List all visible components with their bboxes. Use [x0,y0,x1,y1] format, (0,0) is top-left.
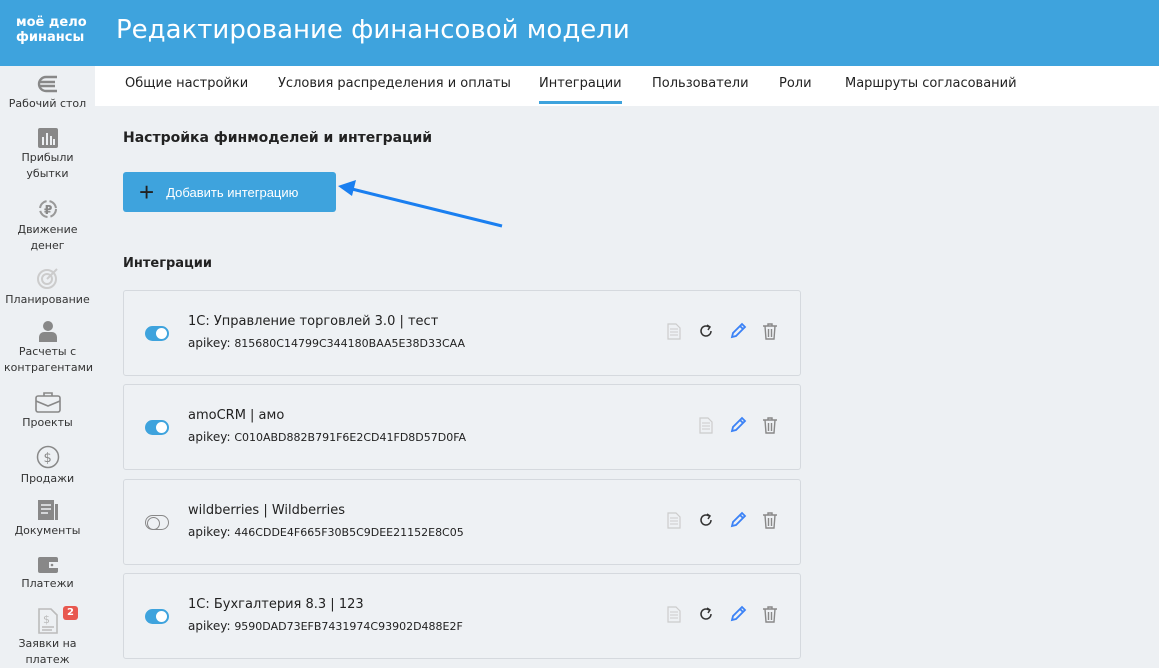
svg-text:$: $ [43,451,51,466]
sidebar-item-label: Продажи [20,472,75,485]
refresh-icon[interactable] [696,321,716,341]
apikey: apikey: 446CDDE4F665F30B5C9DEE21152E8C05 [188,525,464,539]
sidebar-item-bar-chart[interactable]: Прибыли убытки [0,128,95,182]
sidebar-item-label: Движение денег [17,223,78,252]
euro-icon [0,74,95,94]
enable-toggle[interactable] [145,420,169,435]
notification-badge: 2 [63,606,78,620]
svg-text:$: $ [43,613,50,626]
sidebar: Рабочий стол Прибыли убытки ₽ Движение дене… [0,66,95,666]
app-header: моё дело финансы Редактирование финансово… [0,0,1159,66]
edit-icon[interactable] [728,510,748,530]
tab-3[interactable]: Пользователи [652,76,749,101]
documents-icon [0,499,95,521]
tab-5[interactable]: Маршруты согласований [845,76,1017,101]
enable-toggle[interactable] [145,609,169,624]
sidebar-item-target[interactable]: Планирование [0,266,95,308]
enable-toggle[interactable] [145,515,169,530]
refresh-icon[interactable] [696,510,716,530]
sidebar-item-label: Прибыли убытки [21,151,74,180]
person-icon [0,320,95,342]
integrations-heading: Интеграции [123,256,212,271]
tab-0[interactable]: Общие настройки [125,76,248,101]
apikey: apikey: 815680C14799C344180BAA5E38D33CAA [188,336,466,350]
sidebar-item-euro[interactable]: Рабочий стол [0,74,95,112]
sidebar-item-briefcase[interactable]: Проекты [0,391,95,431]
tab-4[interactable]: Роли [779,76,812,101]
plus-icon: + [139,177,155,207]
apikey: apikey: C010ABD882B791F6E2CD41FD8D57D0FA [188,430,467,444]
sidebar-item-label: Расчеты с контрагентами [4,345,94,374]
sidebar-item-label: Планирование [5,293,90,306]
integration-name: 1С: Управление торговлей 3.0 | тест [188,314,439,329]
tab-bar: Общие настройки Условия распределения и о… [95,66,1159,106]
sidebar-item-label: Рабочий стол [8,97,87,110]
edit-icon[interactable] [728,321,748,341]
target-icon [0,266,95,290]
delete-icon[interactable] [760,415,780,435]
document-icon[interactable] [696,415,716,435]
sidebar-item-documents[interactable]: Документы [0,499,95,539]
document-icon[interactable] [664,321,684,341]
sidebar-item-wallet[interactable]: Платежи [0,554,95,592]
ruble-cycle-icon: ₽ [0,198,95,220]
logo[interactable]: моё дело финансы [16,15,87,45]
dollar-icon: $ [0,445,95,469]
sidebar-item-label: Проекты [22,416,73,429]
refresh-icon[interactable] [696,604,716,624]
integration-name: wildberries | Wildberries [188,503,345,518]
tab-1[interactable]: Условия распределения и оплаты [278,76,511,101]
add-integration-button[interactable]: + Добавить интеграцию [123,172,336,212]
apikey: apikey: 9590DAD73EFB7431974C93902D488E2F [188,619,463,633]
svg-text:₽: ₽ [44,203,52,217]
wallet-icon [0,554,95,574]
delete-icon[interactable] [760,604,780,624]
sidebar-item-dollar[interactable]: $ Продажи [0,445,95,487]
page-title: Редактирование финансовой модели [116,15,630,45]
integration-name: 1С: Бухгалтерия 8.3 | 123 [188,597,364,612]
integration-card: amoCRM | амо apikey: C010ABD882B791F6E2C… [123,384,801,470]
sidebar-item-label: Платежи [21,577,74,590]
edit-icon[interactable] [728,415,748,435]
integration-card: 1С: Бухгалтерия 8.3 | 123 apikey: 9590DA… [123,573,801,659]
integration-name: amoCRM | амо [188,408,285,423]
integration-card: wildberries | Wildberries apikey: 446CDD… [123,479,801,565]
delete-icon[interactable] [760,510,780,530]
sidebar-item-person[interactable]: Расчеты с контрагентами [0,320,95,376]
delete-icon[interactable] [760,321,780,341]
document-icon[interactable] [664,604,684,624]
tab-2[interactable]: Интеграции [539,76,622,104]
enable-toggle[interactable] [145,326,169,341]
section-heading: Настройка финмоделей и интеграций [123,130,433,146]
briefcase-icon [0,391,95,413]
document-icon[interactable] [664,510,684,530]
sidebar-item-invoice[interactable]: $ Заявки на платеж 2 [0,606,95,668]
sidebar-item-ruble-cycle[interactable]: ₽ Движение денег [0,198,95,254]
sidebar-item-label: Документы [14,524,81,537]
invoice-icon: $ [0,608,95,634]
sidebar-item-label: Заявки на платеж [18,637,77,666]
bar-chart-icon [0,128,95,148]
edit-icon[interactable] [728,604,748,624]
integration-card: 1С: Управление торговлей 3.0 | тест apik… [123,290,801,376]
